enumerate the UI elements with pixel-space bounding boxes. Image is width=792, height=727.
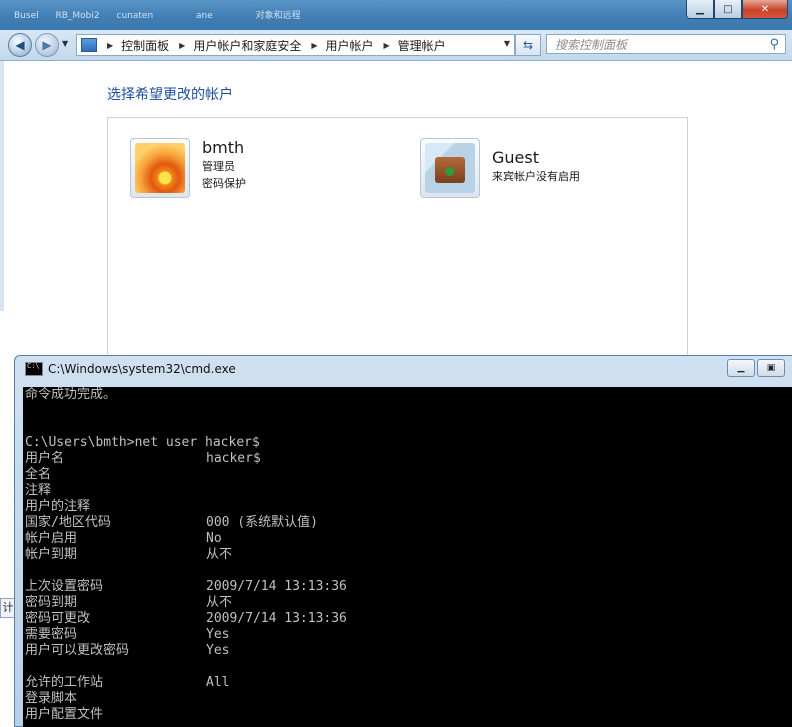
search-icon[interactable]: ⚲ — [769, 37, 779, 52]
console-command: C:\Users\bmth>net user hacker$ — [25, 435, 260, 450]
avatar[interactable] — [420, 138, 480, 198]
console-line: 国家/地区代码 — [25, 515, 111, 530]
refresh-icon: ⇆ — [522, 38, 534, 52]
window-titlebar: Busel RB_Mobi2 cunaten ane 对象和远程 ▁ □ ✕ — [0, 0, 792, 30]
minimize-icon: ▁ — [696, 3, 704, 15]
console-value: No — [206, 531, 222, 546]
window-controls: ▁ □ ✕ — [686, 0, 788, 19]
maximize-icon: □ — [723, 3, 733, 15]
suitcase-picture-icon — [425, 143, 475, 193]
close-button[interactable]: ✕ — [742, 0, 788, 19]
back-button[interactable]: ◀ — [8, 33, 32, 57]
search-input[interactable]: 搜索控制面板 ⚲ — [546, 34, 786, 54]
ghost-tab: ane — [196, 11, 213, 21]
console-output[interactable]: 命令成功完成。 C:\Users\bmth>net user hacker$ 用… — [23, 387, 792, 727]
console-line: 需要密码 — [25, 627, 78, 642]
console-line: 用户配置文件 — [25, 707, 104, 722]
console-line: 登录脚本 — [25, 691, 78, 706]
console-line: 允许的工作站 — [25, 675, 104, 690]
minimize-button[interactable]: ▁ — [686, 0, 714, 19]
background-taskbar-items: Busel RB_Mobi2 cunaten ane 对象和远程 — [0, 8, 301, 21]
console-line: 用户名 — [25, 451, 65, 466]
address-dropdown-icon[interactable]: ▼ — [504, 39, 510, 48]
page-title: 选择希望更改的帐户 — [107, 87, 233, 103]
search-placeholder: 搜索控制面板 — [555, 37, 628, 52]
console-line: 注释 — [25, 483, 52, 498]
account-tile-guest[interactable]: Guest 来宾帐户没有启用 — [420, 138, 580, 198]
ghost-tab: cunaten — [116, 11, 154, 21]
breadcrumb-item[interactable]: 控制面板 — [121, 37, 169, 54]
flower-picture-icon — [135, 143, 185, 193]
account-tile-bmth[interactable]: bmth 管理员 密码保护 — [130, 138, 246, 198]
console-line: 密码到期 — [25, 595, 78, 610]
account-type: 管理员 — [202, 160, 235, 173]
console-value: All — [206, 675, 230, 690]
console-value: 2009/7/14 13:13:36 — [206, 611, 347, 626]
breadcrumb-item[interactable]: 管理帐户 — [398, 37, 446, 54]
cmd-window-title: C:\Windows\system32\cmd.exe — [48, 362, 236, 376]
cmd-titlebar[interactable]: C:\Windows\system32\cmd.exe — [25, 362, 236, 376]
console-line: 命令成功完成。 — [25, 387, 117, 402]
left-edge-strip — [0, 61, 4, 311]
recent-pages-dropdown[interactable]: ▼ — [62, 39, 68, 48]
chevron-right-icon[interactable]: ▶ — [107, 41, 113, 50]
maximize-icon: ▣ — [766, 363, 776, 373]
console-value: 2009/7/14 13:13:36 — [206, 579, 347, 594]
account-password-status: 密码保护 — [202, 177, 246, 190]
ghost-tab: 对象和远程 — [255, 11, 301, 21]
console-line: 用户的注释 — [25, 499, 91, 514]
console-icon — [25, 362, 43, 376]
cmd-window-controls: ▁ ▣ — [725, 359, 785, 377]
back-arrow-icon: ◀ — [15, 38, 25, 52]
avatar[interactable] — [130, 138, 190, 198]
breadcrumb-item[interactable]: 用户帐户 — [326, 37, 374, 54]
account-name[interactable]: Guest — [492, 148, 580, 168]
address-bar[interactable]: ▶ 控制面板 ▶ 用户帐户和家庭安全 ▶ 用户帐户 ▶ 管理帐户 ▼ — [76, 34, 515, 56]
console-value: 000 (系统默认值) — [206, 515, 318, 530]
navigation-bar: ◀ ▶ ▼ ▶ 控制面板 ▶ 用户帐户和家庭安全 ▶ 用户帐户 ▶ 管理帐户 ▼… — [0, 30, 792, 61]
console-value: 从不 — [206, 595, 233, 610]
chevron-right-icon[interactable]: ▶ — [311, 41, 317, 50]
console-value: 从不 — [206, 547, 233, 562]
chevron-right-icon[interactable]: ▶ — [384, 41, 390, 50]
console-line: 帐户启用 — [25, 531, 78, 546]
console-line: 帐户到期 — [25, 547, 78, 562]
cmd-minimize-button[interactable]: ▁ — [727, 359, 755, 377]
console-line: 全名 — [25, 467, 52, 482]
ghost-tab: RB_Mobi2 — [55, 11, 100, 21]
ghost-tab: Busel — [14, 11, 39, 21]
forward-arrow-icon: ▶ — [42, 38, 52, 52]
close-icon: ✕ — [760, 3, 770, 15]
console-line: 用户可以更改密码 — [25, 643, 130, 658]
minimize-icon: ▁ — [737, 363, 745, 373]
cmd-maximize-button[interactable]: ▣ — [757, 359, 785, 377]
forward-button[interactable]: ▶ — [35, 33, 59, 57]
account-status: 来宾帐户没有启用 — [492, 170, 580, 183]
cmd-window[interactable]: C:\Windows\system32\cmd.exe ▁ ▣ 命令成功完成。 … — [14, 355, 792, 727]
breadcrumb-item[interactable]: 用户帐户和家庭安全 — [193, 37, 301, 54]
console-value: Yes — [206, 627, 230, 642]
console-value: Yes — [206, 643, 230, 658]
console-value: hacker$ — [206, 451, 261, 466]
account-name[interactable]: bmth — [202, 138, 246, 158]
console-line: 上次设置密码 — [25, 579, 104, 594]
console-line: 密码可更改 — [25, 611, 91, 626]
maximize-button[interactable]: □ — [714, 0, 742, 19]
refresh-button[interactable]: ⇆ — [515, 34, 541, 56]
chevron-right-icon[interactable]: ▶ — [179, 41, 185, 50]
control-panel-icon — [81, 38, 97, 52]
